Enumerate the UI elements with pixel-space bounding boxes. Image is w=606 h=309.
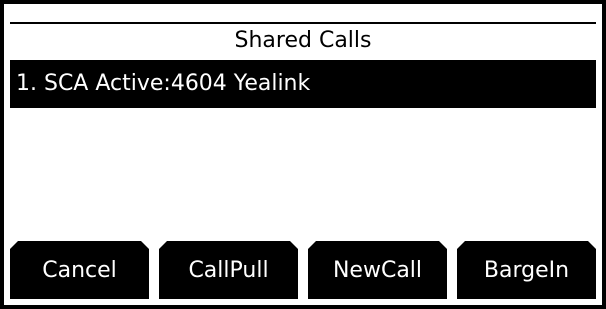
- bargein-softkey[interactable]: BargeIn: [457, 241, 596, 299]
- phone-screen: Shared Calls 1. SCA Active:4604 Yealink …: [0, 0, 606, 309]
- softkey-bar: Cancel CallPull NewCall BargeIn: [10, 241, 596, 299]
- title-divider: Shared Calls: [10, 22, 596, 54]
- shared-calls-list: 1. SCA Active:4604 Yealink: [10, 60, 596, 108]
- cancel-softkey[interactable]: Cancel: [10, 241, 149, 299]
- list-item-selected[interactable]: 1. SCA Active:4604 Yealink: [10, 60, 596, 108]
- screen-title: Shared Calls: [226, 28, 380, 54]
- callpull-softkey[interactable]: CallPull: [159, 241, 298, 299]
- newcall-softkey[interactable]: NewCall: [308, 241, 447, 299]
